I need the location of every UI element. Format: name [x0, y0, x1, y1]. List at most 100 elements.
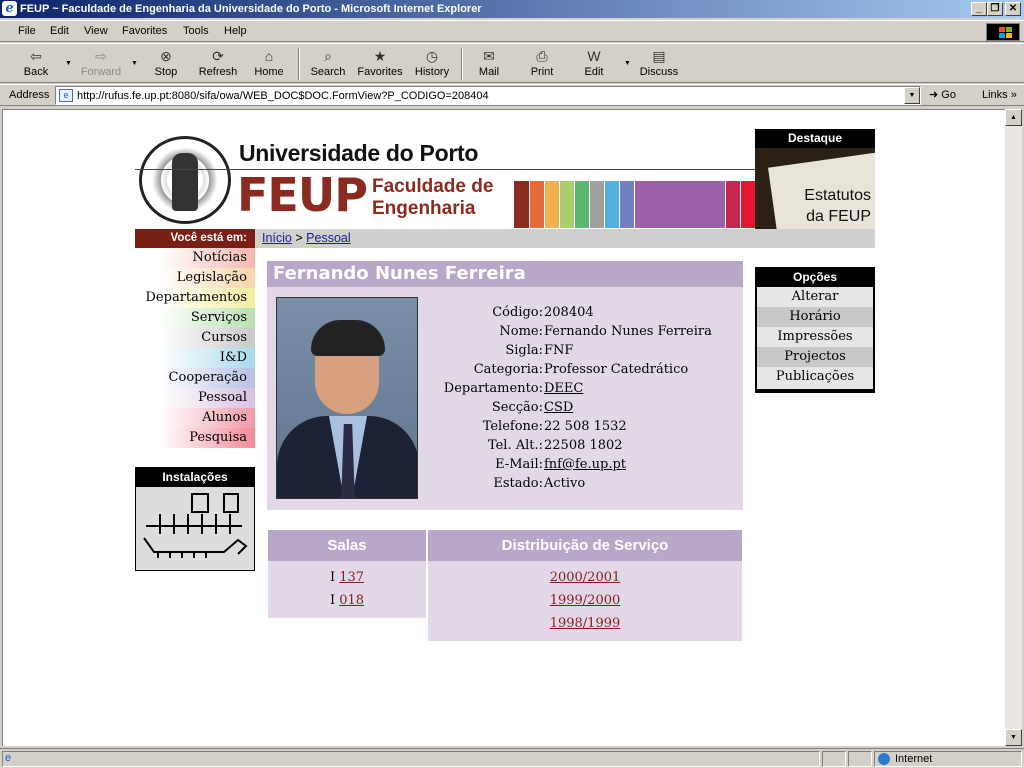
faculty-name-line2: Engenharia — [372, 198, 476, 219]
destaque-title: Destaque — [755, 129, 875, 148]
field-label-nome: Nome: — [499, 324, 543, 339]
edit-icon: W — [587, 48, 601, 64]
security-zone: Internet — [874, 751, 1022, 767]
field-value-estado: Activo — [544, 476, 586, 491]
field-label-departamento: Departamento: — [443, 381, 543, 396]
toolbar-separator — [461, 48, 463, 80]
mail-button[interactable]: ✉ Mail — [470, 46, 508, 82]
university-seal-logo — [139, 136, 231, 224]
instalacoes-panel[interactable]: Instalações — [135, 467, 255, 571]
print-button[interactable]: ⎙ Print — [522, 46, 562, 82]
field-value-tel-alt: 22508 1802 — [544, 438, 623, 453]
discuss-button[interactable]: ▤ Discuss — [636, 46, 682, 82]
field-label-sigla: Sigla: — [505, 343, 543, 358]
history-button[interactable]: ◷ History — [410, 46, 454, 82]
option-publicacoes[interactable]: Publicações — [757, 367, 873, 389]
forward-dropdown-icon[interactable]: ▼ — [131, 60, 138, 67]
dist-year-link[interactable]: 1999/2000 — [550, 593, 621, 608]
vertical-scrollbar[interactable]: ▲ ▼ — [1005, 109, 1022, 746]
distribuicao-header: Distribuição de Serviço — [428, 530, 742, 561]
nav-id[interactable]: I&D — [135, 348, 255, 368]
status-bar: e Internet — [0, 748, 1024, 768]
menu-file[interactable]: File — [18, 25, 36, 37]
sala-link[interactable]: 018 — [339, 593, 364, 608]
field-value-departamento-link[interactable]: DEEC — [544, 379, 583, 398]
forward-button[interactable]: ⇨ Forward — [76, 46, 126, 82]
nav-noticias[interactable]: Notícias — [135, 248, 255, 268]
edit-dropdown-icon[interactable]: ▼ — [624, 60, 631, 67]
toolbar-separator — [298, 48, 300, 80]
field-value-seccao-link[interactable]: CSD — [544, 398, 573, 417]
scroll-up-icon[interactable]: ▲ — [1005, 109, 1022, 126]
links-button[interactable]: Links » — [982, 89, 1017, 101]
breadcrumb-current-link[interactable]: Pessoal — [306, 231, 350, 245]
close-button[interactable]: ✕ — [1005, 2, 1021, 16]
menu-edit[interactable]: Edit — [50, 25, 69, 37]
nav-legislacao[interactable]: Legislação — [135, 268, 255, 288]
field-label-seccao: Secção: — [491, 400, 543, 415]
nav-cooperacao[interactable]: Cooperação — [135, 368, 255, 388]
field-label-tel-alt: Tel. Alt.: — [487, 438, 543, 453]
back-button[interactable]: ⇦ Back — [16, 46, 56, 82]
sala-row: I 137 — [268, 568, 426, 587]
back-dropdown-icon[interactable]: ▼ — [65, 60, 72, 67]
field-value-sigla: FNF — [544, 343, 574, 358]
nav-departamentos[interactable]: Departamentos — [135, 288, 255, 308]
option-projectos[interactable]: Projectos — [757, 347, 873, 367]
minimize-button[interactable]: _ — [971, 2, 987, 16]
address-label: Address — [9, 89, 50, 101]
dist-year-row: 2000/2001 — [428, 568, 742, 587]
zone-label: Internet — [895, 753, 933, 765]
search-icon: ⌕ — [324, 48, 332, 64]
nav-cursos[interactable]: Cursos — [135, 328, 255, 348]
header-divider — [135, 169, 755, 170]
option-horario[interactable]: Horário — [757, 307, 873, 327]
back-arrow-icon: ⇦ — [30, 48, 42, 64]
forward-arrow-icon: ⇨ — [95, 48, 107, 64]
field-label-estado: Estado: — [493, 476, 543, 491]
field-value-email-link[interactable]: fnf@fe.up.pt — [544, 455, 626, 474]
nav-alunos[interactable]: Alunos — [135, 408, 255, 428]
history-icon: ◷ — [425, 48, 439, 64]
option-impressoes[interactable]: Impressões — [757, 327, 873, 347]
refresh-button[interactable]: ⟳ Refresh — [194, 46, 242, 82]
nav-pessoal[interactable]: Pessoal — [135, 388, 255, 408]
home-button[interactable]: ⌂ Home — [250, 46, 288, 82]
sala-row: I 018 — [268, 591, 426, 610]
dist-year-link[interactable]: 1998/1999 — [550, 616, 621, 631]
go-button[interactable]: ➜ Go — [929, 88, 956, 101]
address-bar: Address e http://rufus.fe.up.pt:8080/sif… — [0, 84, 1024, 106]
opcoes-title: Opções — [792, 270, 837, 284]
address-dropdown-icon[interactable]: ▼ — [904, 87, 920, 104]
university-name: Universidade do Porto — [239, 140, 479, 166]
campus-map-icon — [143, 493, 248, 558]
sala-link[interactable]: 137 — [339, 570, 364, 585]
dist-year-link[interactable]: 2000/2001 — [550, 570, 621, 585]
sala-prefix: I — [329, 570, 336, 585]
nav-pesquisa[interactable]: Pesquisa — [135, 428, 255, 448]
menu-tools[interactable]: Tools — [183, 25, 209, 37]
nav-servicos[interactable]: Serviços — [135, 308, 255, 328]
menu-favorites[interactable]: Favorites — [122, 25, 167, 37]
scroll-down-icon[interactable]: ▼ — [1005, 729, 1022, 746]
favorites-button[interactable]: ★ Favorites — [354, 46, 406, 82]
stop-button[interactable]: ⊗ Stop — [148, 46, 184, 82]
maximize-button[interactable]: ❐ — [987, 2, 1003, 16]
destaque-line1: Estatutos — [804, 187, 871, 204]
address-input[interactable]: e http://rufus.fe.up.pt:8080/sifa/owa/WE… — [55, 86, 921, 105]
menu-bar: File Edit View Favorites Tools Help — [0, 20, 1024, 42]
destaque-line2: da FEUP — [806, 208, 871, 225]
address-url[interactable]: http://rufus.fe.up.pt:8080/sifa/owa/WEB_… — [77, 90, 489, 102]
go-arrow-icon: ➜ — [929, 89, 942, 101]
search-button[interactable]: ⌕ Search — [306, 46, 350, 82]
edit-button[interactable]: W Edit — [576, 46, 612, 82]
discuss-icon: ▤ — [652, 48, 666, 64]
menu-view[interactable]: View — [84, 25, 108, 37]
dist-year-row: 1998/1999 — [428, 614, 742, 633]
option-alterar[interactable]: Alterar — [757, 287, 873, 307]
field-value-codigo: 208404 — [544, 305, 594, 320]
field-value-categoria: Professor Catedrático — [544, 362, 689, 377]
breadcrumb-home-link[interactable]: Início — [262, 231, 292, 245]
menu-help[interactable]: Help — [224, 25, 247, 37]
destaque-banner[interactable]: Destaque Estatutos da FEUP — [755, 129, 875, 229]
